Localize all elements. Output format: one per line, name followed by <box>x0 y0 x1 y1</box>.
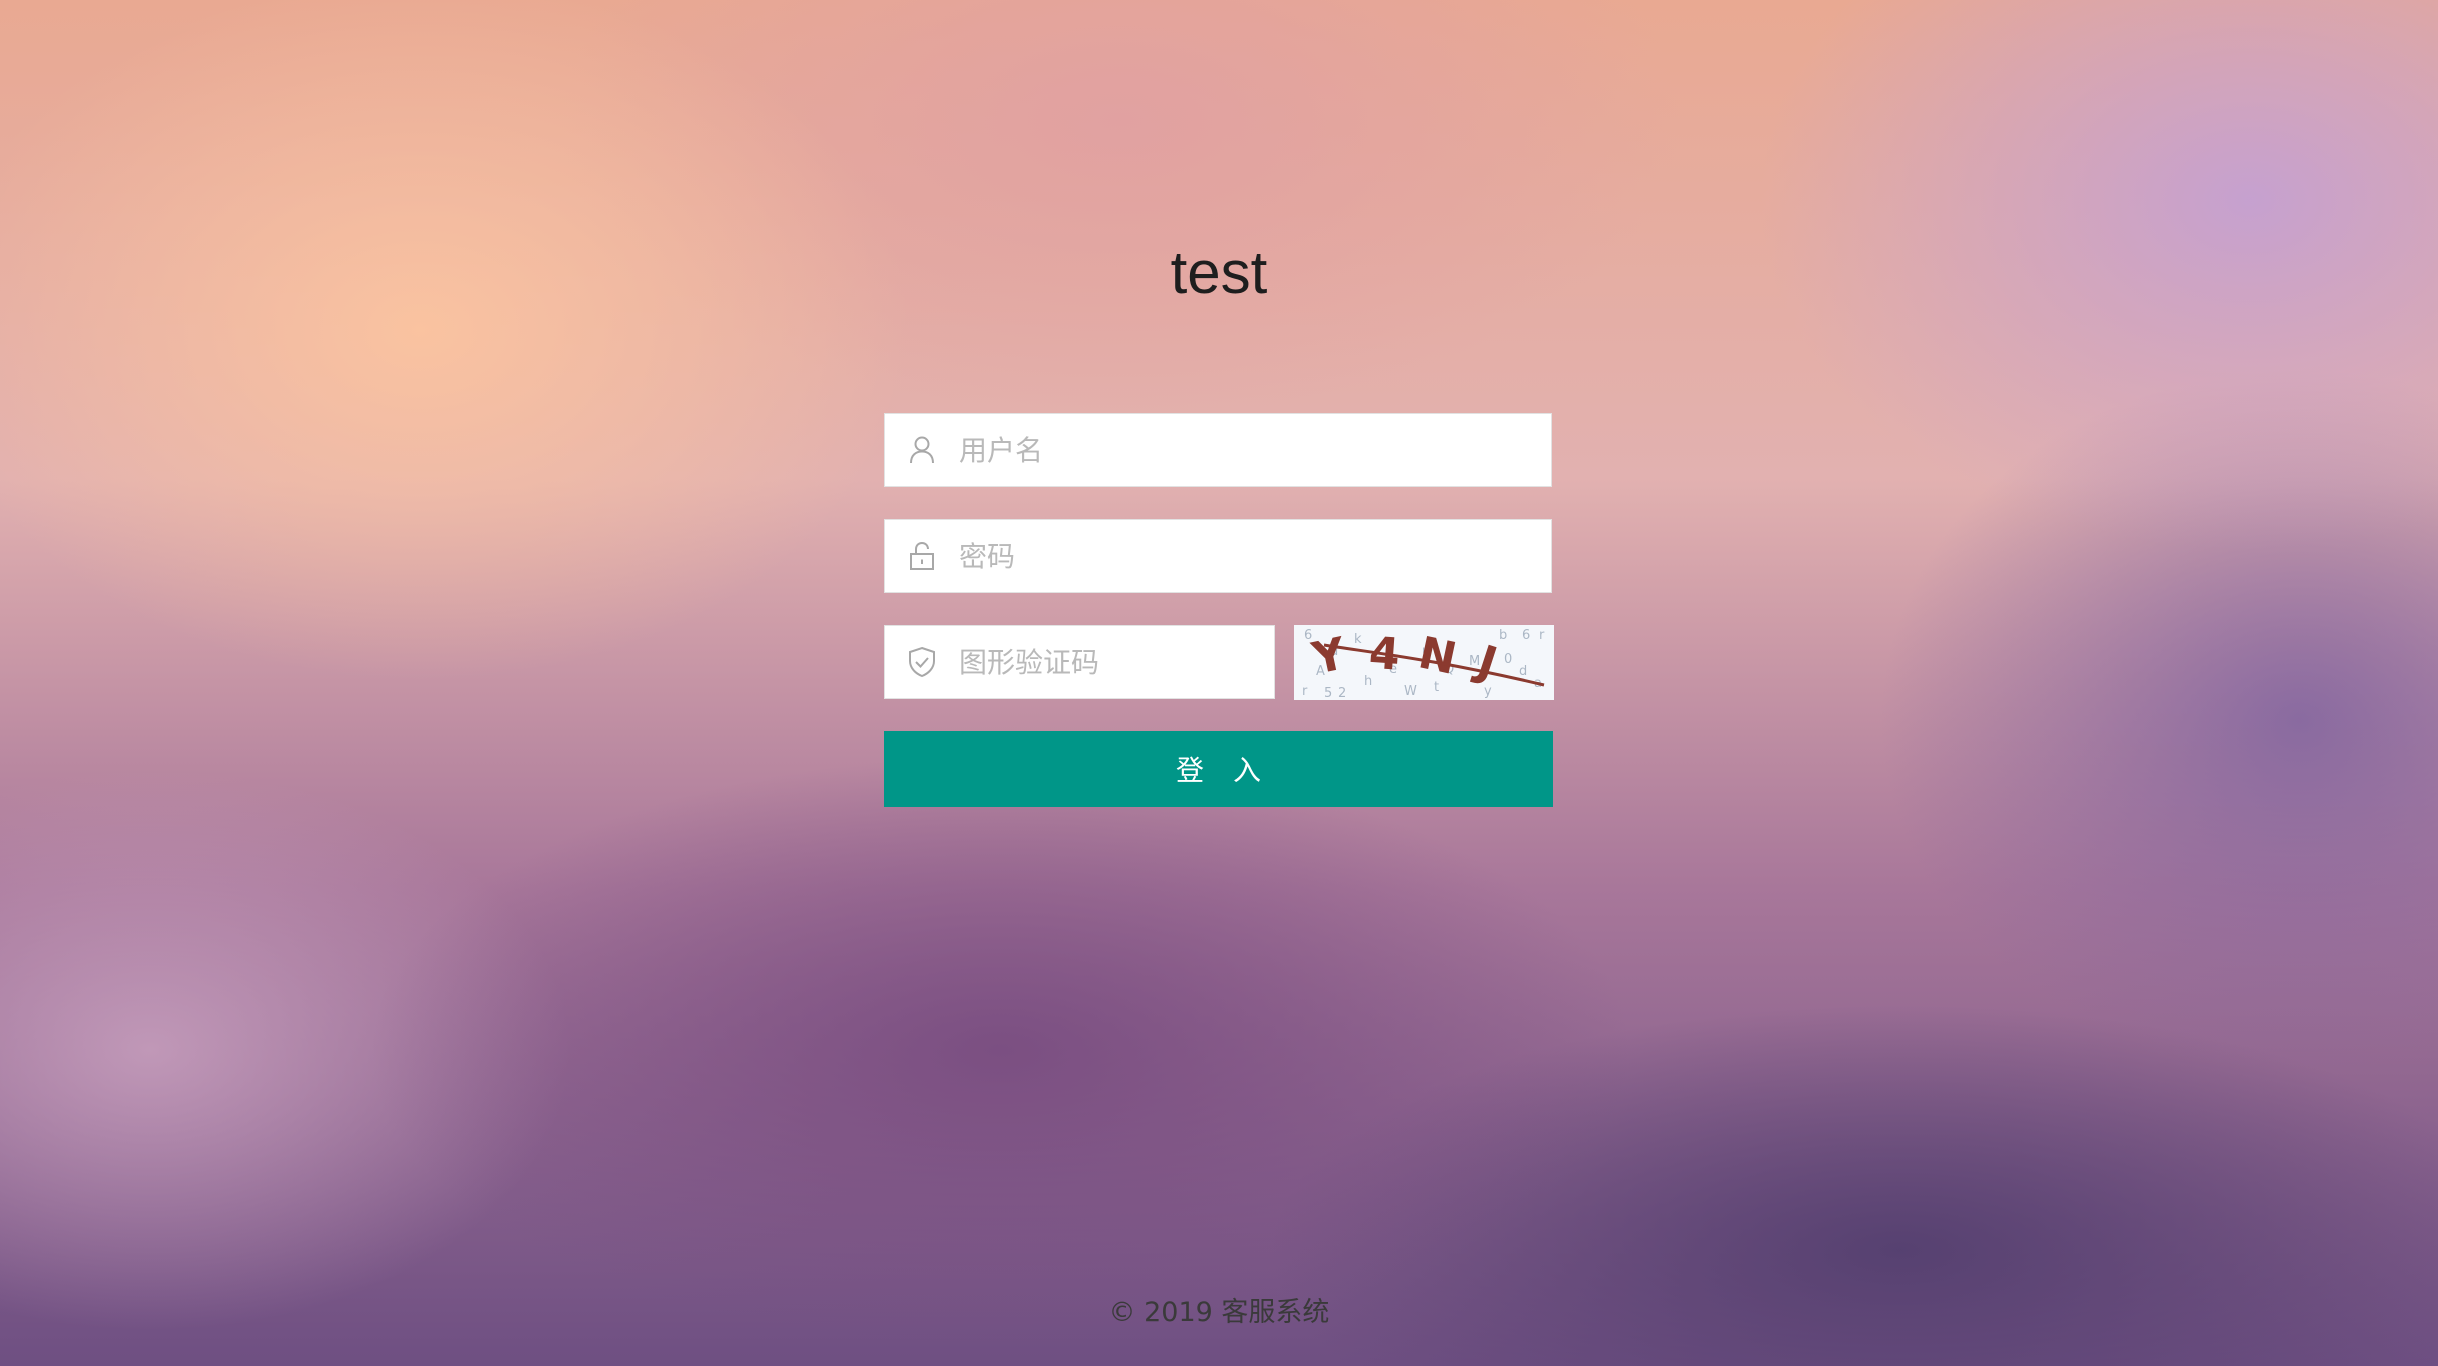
footer-copyright: © 2019 客服系统 <box>1108 1297 1330 1328</box>
captcha-image[interactable]: 6dA r52 kWt QMy b6r 0da euh Y 4 N J <box>1294 625 1554 700</box>
svg-text:d: d <box>1519 664 1527 679</box>
svg-text:r: r <box>1302 684 1308 699</box>
svg-text:r: r <box>1539 628 1545 643</box>
captcha-field[interactable] <box>884 625 1308 699</box>
shield-check-icon <box>885 625 959 699</box>
svg-text:6: 6 <box>1522 628 1530 643</box>
captcha-char: Y <box>1307 628 1351 685</box>
svg-text:W: W <box>1404 684 1417 699</box>
username-field[interactable] <box>884 413 1552 487</box>
user-icon <box>885 413 959 487</box>
password-input[interactable] <box>959 521 1551 591</box>
username-input[interactable] <box>959 415 1551 485</box>
svg-text:2: 2 <box>1338 686 1346 700</box>
login-button[interactable]: 登 入 <box>884 731 1553 807</box>
password-field[interactable] <box>884 519 1552 593</box>
page-title: test <box>1170 239 1268 306</box>
svg-text:k: k <box>1354 632 1362 647</box>
svg-text:5: 5 <box>1324 686 1332 700</box>
lock-icon <box>885 519 959 593</box>
svg-text:0: 0 <box>1504 652 1512 667</box>
captcha-input[interactable] <box>959 627 1308 697</box>
